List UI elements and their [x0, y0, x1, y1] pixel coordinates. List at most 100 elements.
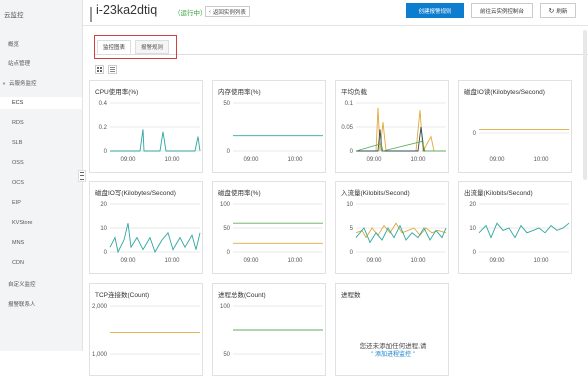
- create-alarm-rule-button[interactable]: 创建报警规则: [406, 3, 464, 18]
- sidebar-item-oss[interactable]: OSS: [12, 157, 24, 169]
- y-tick-label: 0: [227, 250, 231, 256]
- chart-card-disk-io-read: 磁盘IO读(Kilobytes/Second) 0 09:00 10:00: [458, 80, 572, 173]
- x-tick-label: 10:00: [164, 157, 180, 163]
- add-process-monitor-label: 添加进程监控: [374, 352, 411, 358]
- tabs-highlight-box: [94, 35, 177, 59]
- chart-plot: 2,000 1,000: [92, 304, 200, 358]
- add-process-monitor-link[interactable]: " 添加进程监控 ": [336, 349, 450, 358]
- x-tick-label: 10:00: [533, 157, 549, 163]
- x-tick-label: 10:00: [164, 258, 180, 264]
- chart-card-outbound-traffic: 出流量(Kilobits/Second) 20 10 0 09:00 10:00: [458, 181, 572, 274]
- y-tick-label: 0: [473, 250, 477, 256]
- sidebar: 云监控 概览站点管理 ▼ 云服务监控 ECS RDS SLB OSS OCS EIP KVStor…: [0, 0, 86, 351]
- chart-card-load-average: 平均负载 0.1 0.05 0 09:00 10:00: [335, 80, 449, 173]
- x-tick-label: 09:00: [489, 157, 505, 163]
- sidebar-item-[interactable]: 站点管理: [8, 57, 30, 69]
- x-tick-label: 10:00: [410, 157, 426, 163]
- sidebar-item-label: CDN: [12, 260, 24, 266]
- y-tick-label: 10: [346, 202, 353, 208]
- sidebar-item-label: OSS: [12, 160, 24, 166]
- chart-card-process-count: 进程数 您还未添加任何进程,请 " 添加进程监控 ": [335, 283, 449, 376]
- chart-plot: 20 10 0 09:00 10:00: [469, 202, 570, 264]
- sidebar-item-label: SLB: [12, 140, 23, 146]
- x-tick-label: 10:00: [287, 258, 303, 264]
- y-tick-label: 0.1: [345, 101, 354, 107]
- list-view-icon[interactable]: [108, 65, 117, 74]
- chart-card-tcp-connections: TCP连接数(Count) 2,000 1,000: [89, 283, 203, 376]
- y-tick-label: 0.05: [341, 125, 353, 131]
- y-tick-label: 1,000: [92, 352, 108, 358]
- y-tick-label: 0: [104, 149, 108, 155]
- sidebar-item-slb[interactable]: SLB: [12, 137, 22, 149]
- sidebar-item-label: EIP: [12, 200, 21, 206]
- go-to-console-label: 前往云实例控制台: [479, 8, 524, 15]
- chart-plot: 0 09:00 10:00: [473, 128, 569, 163]
- sidebar-item-label: 云服务监控: [8, 81, 37, 87]
- scrollbar[interactable]: [583, 30, 587, 180]
- y-tick-label: 10: [469, 226, 476, 232]
- sidebar-item-eip[interactable]: EIP: [12, 197, 21, 209]
- sidebar-title: 云监控: [4, 12, 24, 19]
- series-line: [356, 107, 446, 153]
- sidebar-item-cdn[interactable]: CDN: [12, 257, 24, 269]
- chart-card-memory-usage: 内存使用率(%) 50 0 09:00 10:00: [212, 80, 326, 173]
- y-tick-label: 100: [220, 202, 231, 208]
- chart-card-inbound-traffic: 入流量(Kilobits/Second) 10 5 0 09:00 10:00: [335, 181, 449, 274]
- chart-title: 进程数: [341, 292, 361, 299]
- sidebar-item-label: 报警联系人: [8, 302, 36, 308]
- y-tick-label: 0.4: [99, 101, 108, 107]
- x-tick-label: 10:00: [533, 258, 549, 264]
- refresh-label: 刷新: [556, 8, 568, 15]
- y-tick-label: 20: [469, 202, 476, 208]
- sidebar-item-label: MNS: [12, 240, 25, 246]
- chart-plot: 20 10 0 09:00 10:00: [100, 202, 201, 264]
- header-divider: [83, 25, 588, 26]
- chart-plot: 10 5 0 09:00 10:00: [346, 202, 447, 264]
- create-alarm-rule-label: 创建报警规则: [418, 8, 452, 15]
- chart-plot: 100 50: [220, 304, 323, 358]
- status-badge: （运行中）: [174, 10, 207, 17]
- y-tick-label: 50: [223, 101, 230, 107]
- sidebar-item-mns[interactable]: MNS: [12, 237, 24, 249]
- page-title: i-23ka2dtiq: [96, 3, 158, 17]
- sidebar-item-rds[interactable]: RDS: [12, 117, 24, 129]
- main-content: i-23ka2dtiq （运行中） ‹ 返回实例列表 创建报警规则 前往云实例控…: [83, 0, 588, 376]
- refresh-button[interactable]: ↻ 刷新: [540, 3, 576, 18]
- x-tick-label: 09:00: [366, 258, 382, 264]
- sidebar-item-label: 概览: [8, 42, 20, 48]
- y-tick-label: 10: [100, 226, 107, 232]
- chart-plot: 50 0 09:00 10:00: [223, 101, 323, 163]
- series-line: [478, 222, 570, 239]
- sidebar-item-ecs[interactable]: ECS: [0, 97, 82, 109]
- grid-view-icon[interactable]: [95, 65, 104, 74]
- sidebar-item-[interactable]: 报警联系人: [8, 298, 36, 310]
- y-tick-label: 0: [350, 250, 354, 256]
- expand-arrow-icon: ▼: [2, 80, 6, 86]
- sidebar-item-[interactable]: 概览: [8, 38, 19, 50]
- y-tick-label: 50: [223, 352, 230, 358]
- go-to-console-button[interactable]: 前往云实例控制台: [471, 3, 533, 18]
- sidebar-item-label: ECS: [12, 100, 24, 106]
- chart-card-disk-usage: 磁盘使用率(%) 100 50 0 09:00 10:00: [212, 181, 326, 274]
- chart-card-cpu-usage: CPU使用率(%) 0.4 0.2 0 09:00 10:00: [89, 80, 203, 173]
- chart-card-disk-io-write: 磁盘IO写(Kilobytes/Second) 20 10 0 09:00 10:00: [89, 181, 203, 274]
- sidebar-item-label: 自定义监控: [8, 282, 36, 288]
- chart-plot: 0.1 0.05 0 09:00 10:00: [341, 101, 446, 163]
- sidebar-item-kvstore[interactable]: KVStore: [12, 217, 32, 229]
- x-tick-label: 10:00: [287, 157, 303, 163]
- sidebar-item-[interactable]: ▼ 云服务监控: [2, 77, 36, 89]
- chart-plot: 0.4 0.2 0 09:00 10:00: [99, 101, 201, 163]
- sidebar-item-label: 站点管理: [8, 61, 31, 67]
- sidebar-item-label: RDS: [12, 120, 24, 126]
- y-tick-label: 5: [350, 226, 354, 232]
- refresh-icon: ↻: [548, 7, 555, 15]
- y-tick-label: 0.2: [99, 125, 108, 131]
- sidebar-item-label: KVStore: [12, 220, 33, 226]
- back-to-instances-button[interactable]: ‹ 返回实例列表: [205, 6, 250, 17]
- sidebar-item-ocs[interactable]: OCS: [12, 177, 24, 189]
- sidebar-item-[interactable]: 自定义监控: [8, 278, 36, 290]
- x-tick-label: 09:00: [489, 258, 505, 264]
- x-tick-label: 09:00: [243, 258, 259, 264]
- y-tick-label: 0: [473, 131, 477, 137]
- back-button-label: 返回实例列表: [212, 9, 246, 16]
